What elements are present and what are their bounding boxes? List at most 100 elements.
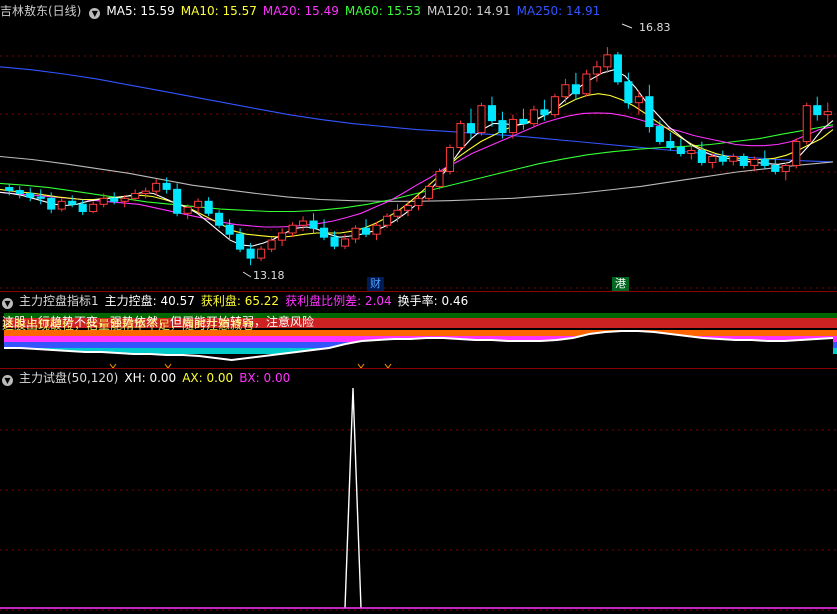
candle-body: [676, 147, 685, 154]
control-label: 主力控盘: 40.57: [104, 294, 195, 308]
candle-body: [120, 197, 129, 202]
high-pointer: [621, 23, 633, 29]
indicator-title[interactable]: 主力控盘指标1: [19, 294, 99, 308]
candle-body: [68, 200, 77, 205]
candle-body: [26, 193, 35, 198]
candle-body: [424, 185, 434, 199]
candle-body: [498, 120, 507, 134]
xh-label: XH: 0.00: [124, 371, 177, 385]
candle-body: [550, 96, 559, 116]
ma10-line: [0, 93, 834, 238]
candle-body: [718, 155, 727, 162]
candle-body: [267, 239, 276, 250]
candle-body: [540, 109, 549, 116]
trial-spike: [344, 387, 362, 609]
candle-body: [508, 118, 518, 134]
candle-body: [687, 150, 696, 154]
candle-body: [340, 238, 350, 247]
candle-body: [519, 118, 528, 125]
trial-header: ▼ 主力试盘(50,120) XH: 0.00 AX: 0.00 BX: 0.00: [0, 369, 296, 387]
candle-body: [309, 220, 318, 229]
candle-body: [624, 81, 633, 104]
candle-body: [57, 200, 66, 210]
candle-body: [173, 188, 182, 214]
candle-body: [299, 220, 308, 226]
event-marker-finance[interactable]: 财: [367, 277, 384, 291]
candle-body: [634, 96, 643, 104]
candle-body: [603, 54, 612, 68]
low-price-label: 13.18: [253, 269, 285, 282]
candle-body: [361, 227, 371, 235]
candle-body: [466, 123, 476, 134]
candle-body: [823, 111, 832, 116]
candle-body: [739, 155, 748, 166]
candle-body: [47, 197, 56, 210]
indicator-menu-icon[interactable]: ▼: [2, 298, 13, 309]
candle-body: [645, 96, 654, 128]
profit-diff-label: 获利盘比例差: 2.04: [285, 294, 392, 308]
turnover-label: 换手率: 0.46: [397, 294, 469, 308]
candle-body: [529, 109, 538, 125]
candle-body: [152, 182, 161, 192]
candle-body: [194, 200, 203, 208]
trial-title[interactable]: 主力试盘(50,120): [19, 371, 118, 385]
candle-body: [246, 248, 255, 259]
candle-body: [708, 155, 717, 163]
candle-body: [477, 105, 486, 134]
candle-body: [666, 141, 675, 149]
trial-menu-icon[interactable]: ▼: [2, 375, 13, 386]
candle-body: [456, 123, 465, 149]
candle-body: [288, 224, 297, 234]
candle-body: [729, 155, 738, 162]
candle-body: [99, 197, 108, 205]
candle-body: [78, 203, 87, 212]
candle-body: [435, 170, 444, 187]
ax-label: AX: 0.00: [182, 371, 234, 385]
candle-body: [445, 147, 455, 172]
candle-body: [15, 190, 24, 195]
indicator-header: ▼ 主力控盘指标1 主力控盘: 40.57 获利盘: 65.22 获利盘比例差: 2.0…: [0, 292, 474, 310]
candle-body: [813, 105, 822, 116]
trend-message-2: 这股出现破位，估量能精华不足，随时注意减仓: [2, 318, 255, 332]
candle-body: [592, 66, 601, 75]
ma120-line: [0, 155, 834, 202]
candle-body: [257, 248, 266, 259]
candle-body: [613, 54, 622, 83]
candle-body: [792, 141, 801, 166]
candle-body: [131, 193, 140, 199]
candle-body: [141, 190, 150, 195]
candle-body: [5, 187, 14, 192]
candle-body: [183, 206, 192, 214]
event-marker-hk[interactable]: 港: [612, 277, 629, 291]
candle-body: [236, 233, 245, 250]
candle-body: [382, 215, 392, 226]
candle-body: [204, 200, 213, 214]
candle-body: [655, 126, 664, 143]
ma5-line: [0, 69, 834, 247]
candle-body: [393, 209, 402, 217]
candle-body: [110, 197, 119, 202]
candle-body: [760, 158, 769, 166]
candle-body: [561, 84, 570, 98]
candle-body: [571, 84, 580, 95]
candle-body: [330, 236, 339, 247]
profit-label: 获利盘: 65.22: [200, 294, 280, 308]
candle-body: [487, 105, 497, 122]
candle-body: [89, 203, 98, 212]
candle-body: [781, 164, 790, 172]
candle-body: [162, 182, 171, 190]
candle-body: [697, 150, 706, 163]
candle-body: [319, 227, 329, 238]
high-price-label: 16.83: [639, 21, 671, 34]
candle-body: [372, 224, 381, 235]
candle-body: [403, 204, 413, 211]
candle-body: [351, 227, 360, 240]
candle-body: [414, 197, 423, 206]
candle-body: [582, 73, 591, 95]
bx-label: BX: 0.00: [239, 371, 291, 385]
candle-body: [225, 224, 234, 235]
candle-body: [750, 158, 759, 166]
candle-body: [36, 196, 45, 199]
candle-body: [278, 232, 287, 241]
candle-body: [771, 164, 780, 172]
